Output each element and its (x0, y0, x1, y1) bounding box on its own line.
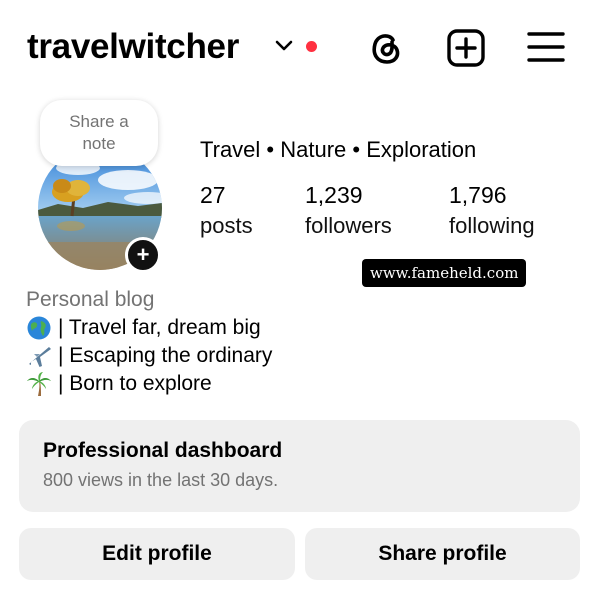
following-label[interactable]: following (449, 213, 535, 239)
share-note-label: Share a note (69, 112, 129, 153)
dashboard-subtitle: 800 views in the last 30 days. (43, 470, 279, 490)
profile-full-name: Travel • Nature • Exploration (200, 137, 477, 162)
username[interactable]: travelwitcher (27, 24, 239, 70)
add-story-button[interactable]: + (125, 237, 161, 273)
hamburger-menu-icon[interactable] (526, 28, 566, 68)
edit-profile-button[interactable]: Edit profile (19, 528, 295, 580)
plus-square-icon[interactable] (446, 28, 486, 68)
posts-label[interactable]: posts (200, 213, 253, 239)
share-profile-button[interactable]: Share profile (305, 528, 580, 580)
chevron-down-icon[interactable] (274, 39, 294, 53)
profile-category: Personal blog (26, 288, 155, 311)
watermark-label: www.fameheld.com (362, 259, 527, 287)
globe-icon (27, 316, 51, 340)
bio-line-text: | Born to explore (58, 372, 212, 395)
posts-count[interactable]: 27 (200, 182, 226, 209)
share-note-bubble[interactable]: Share a note (40, 100, 158, 166)
dashboard-title: Professional dashboard (43, 439, 283, 462)
professional-dashboard-card[interactable]: Professional dashboard 800 views in the … (19, 420, 580, 512)
bio-line: | Escaping the ordinary (26, 343, 272, 369)
bio-line-text: | Escaping the ordinary (58, 344, 273, 367)
following-count[interactable]: 1,796 (449, 182, 507, 209)
followers-count[interactable]: 1,239 (305, 182, 363, 209)
notification-dot (306, 41, 317, 52)
palm-tree-icon (27, 372, 51, 396)
followers-label[interactable]: followers (305, 213, 392, 239)
bio-line: | Born to explore (26, 371, 212, 397)
bio-line: | Travel far, dream big (26, 315, 261, 341)
threads-icon[interactable] (366, 28, 406, 68)
airplane-icon (29, 347, 51, 367)
bio-line-text: | Travel far, dream big (58, 316, 261, 339)
